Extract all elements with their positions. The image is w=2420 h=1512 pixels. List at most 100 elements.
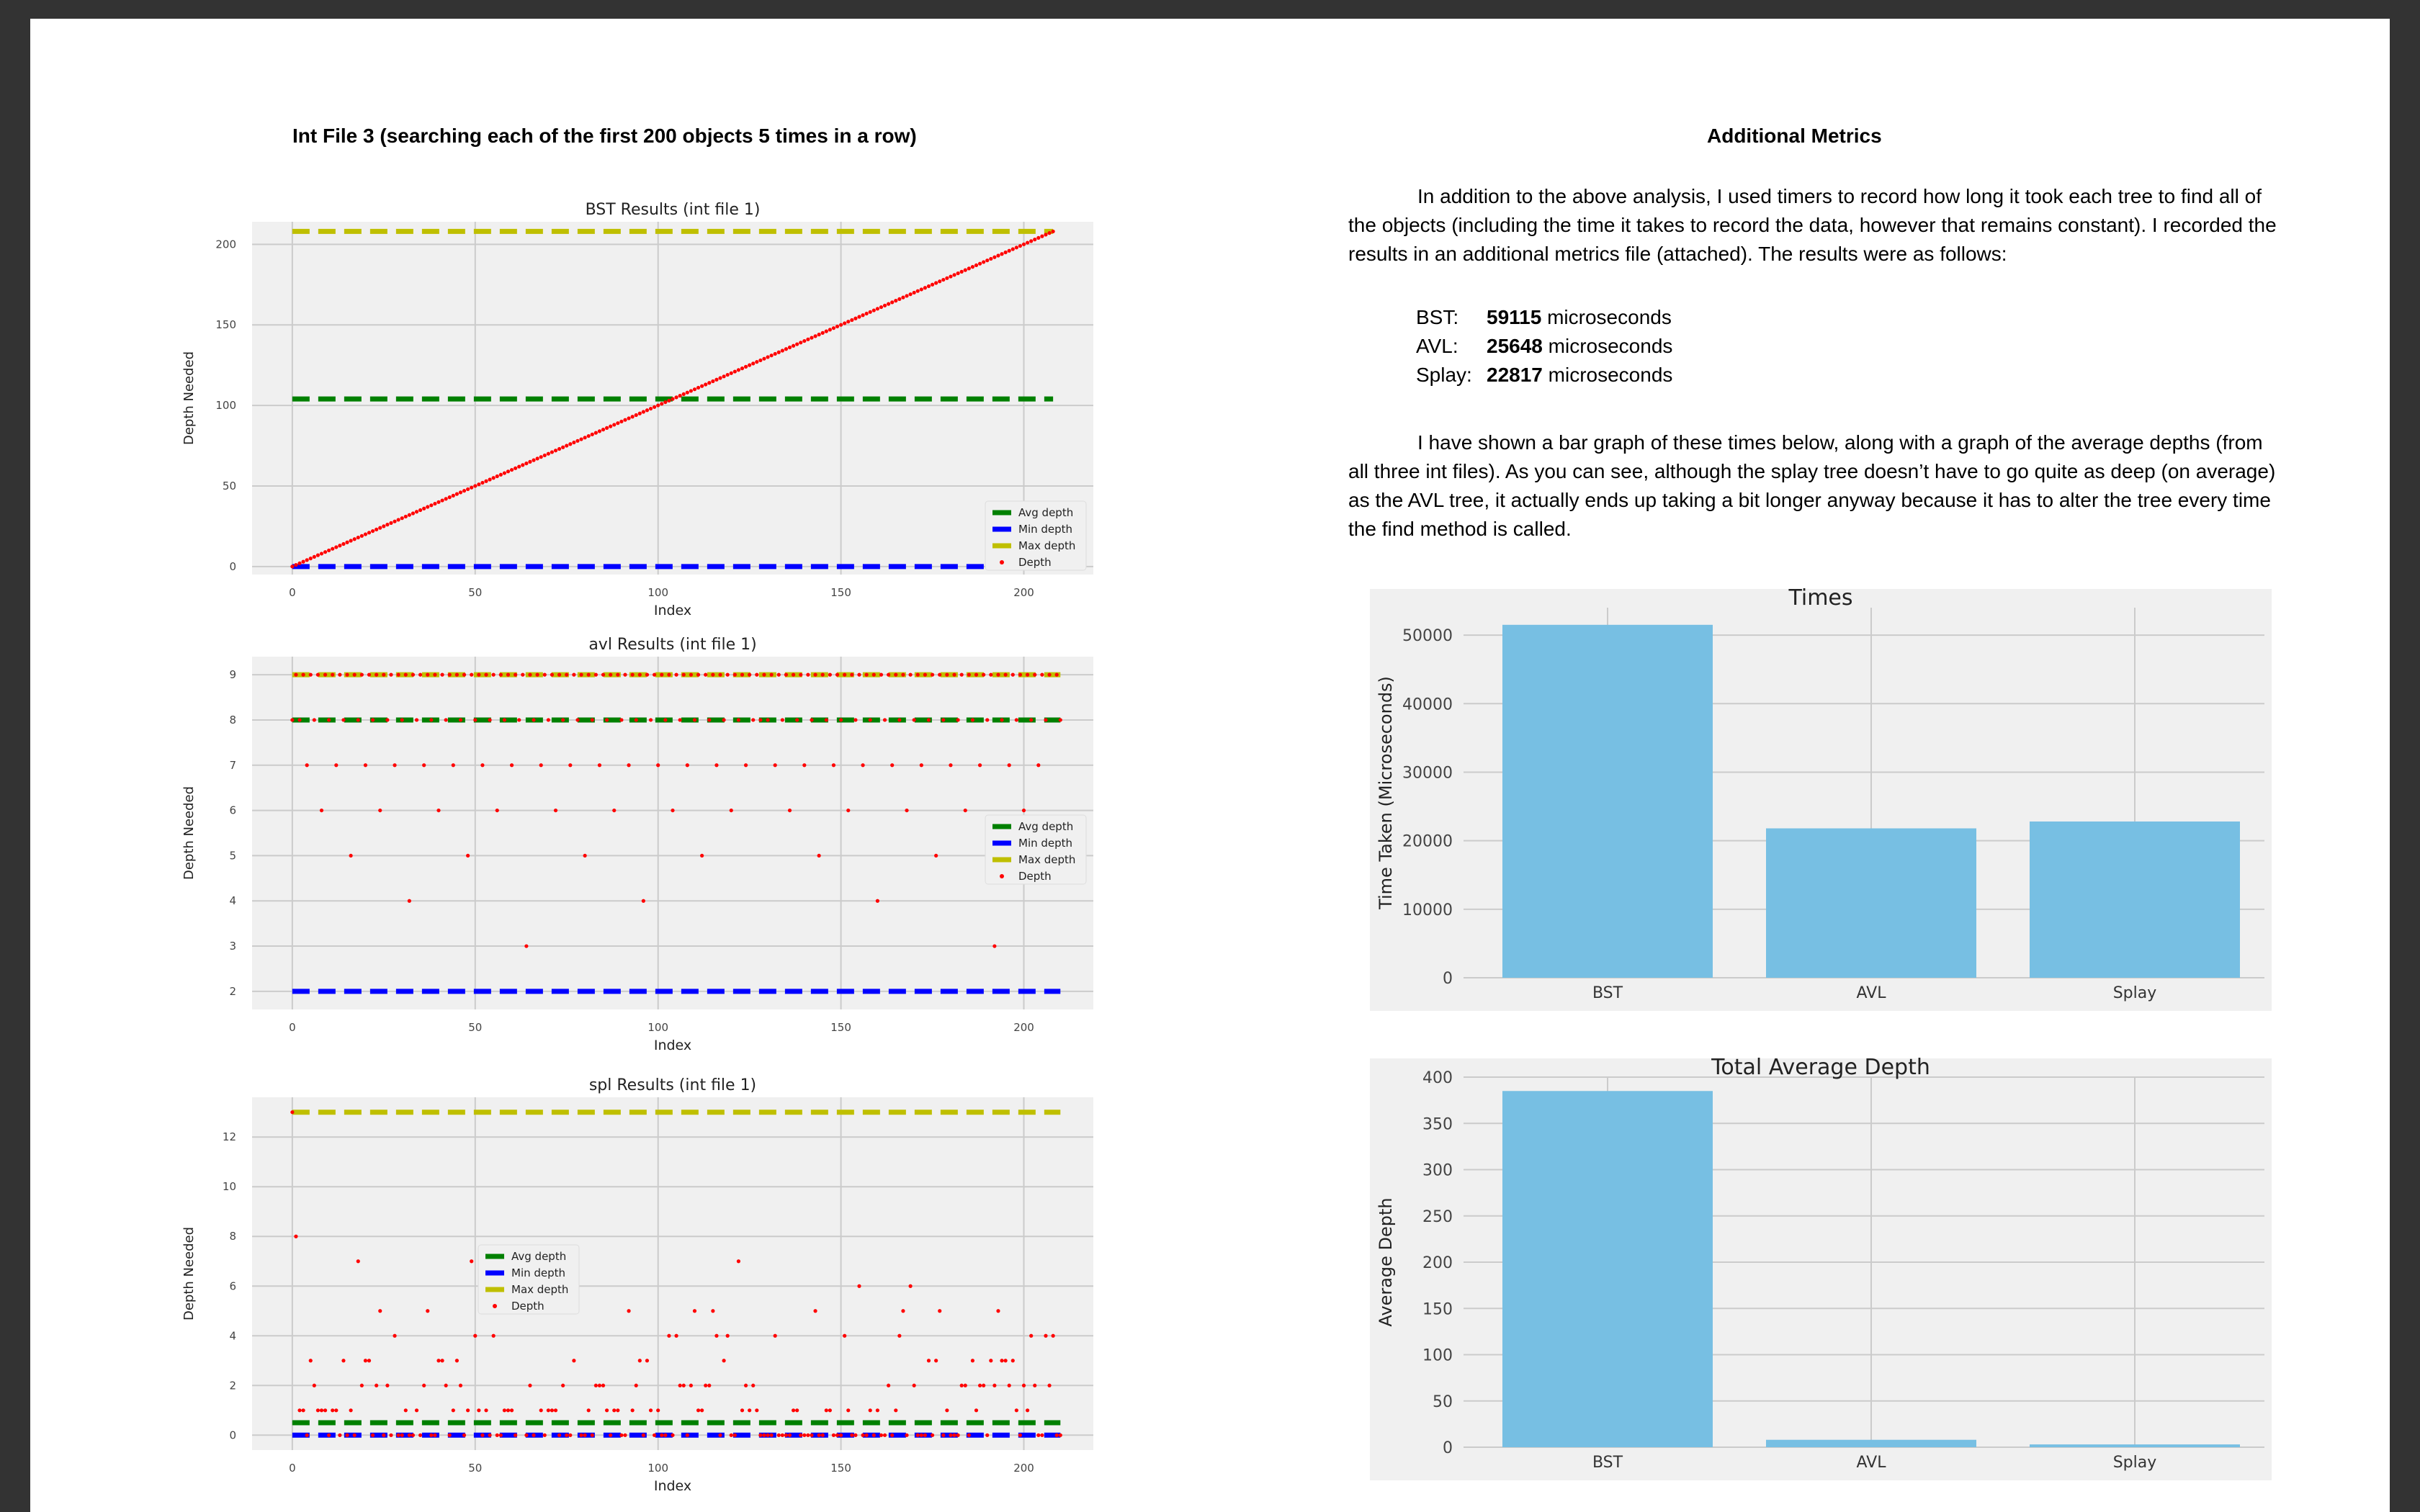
depth-point — [743, 763, 748, 768]
depth-point — [509, 763, 514, 768]
depth-point — [769, 1433, 774, 1437]
x-tick-label: 200 — [1013, 1021, 1034, 1034]
depth-point — [1014, 718, 1018, 722]
depth-point — [590, 718, 594, 722]
depth-point — [616, 421, 620, 426]
depth-point — [1025, 240, 1030, 245]
depth-point — [462, 1433, 467, 1437]
depth-point — [660, 402, 664, 406]
depth-point — [488, 1433, 492, 1437]
depth-point — [290, 718, 295, 722]
depth-point — [806, 1433, 810, 1437]
depth-point — [810, 718, 814, 722]
depth-point — [663, 1433, 668, 1437]
depth-point — [985, 718, 990, 722]
times-bar-chart: 0 10000 20000 30000 40000 50000 BST AVL Splay Tim… — [1370, 585, 2272, 1011]
y-tick-label: 8 — [229, 714, 236, 726]
metric-value: 22817 — [1487, 364, 1543, 386]
depth-point — [454, 672, 459, 677]
depth-point — [331, 1408, 335, 1413]
depth-point — [575, 438, 580, 443]
depth-point — [685, 763, 689, 768]
depth-point — [327, 718, 331, 722]
depth-point — [748, 672, 752, 677]
depth-point — [484, 479, 488, 483]
depth-point — [926, 718, 931, 722]
depth-point — [915, 1433, 920, 1437]
depth-point — [352, 537, 357, 541]
depth-point — [915, 672, 920, 677]
depth-point — [982, 672, 986, 677]
depth-point — [568, 442, 573, 446]
depth-point — [956, 1433, 960, 1437]
depth-point — [565, 1433, 569, 1437]
depth-point — [341, 718, 346, 722]
avl-results-chart: 0 50 100 150 200 2 3 4 5 6 7 8 9 avl Results (int fil… — [182, 636, 1093, 1053]
depth-point — [514, 466, 518, 470]
depth-point — [315, 1408, 321, 1413]
legend-label: Max depth — [1018, 853, 1075, 866]
depth-point — [579, 672, 583, 677]
depth-point — [696, 1408, 701, 1413]
depth-point — [1029, 239, 1034, 243]
depth-point — [857, 315, 861, 319]
y-tick-label: 50000 — [1402, 627, 1453, 645]
depth-point — [315, 553, 321, 557]
depth-point — [780, 1433, 784, 1437]
depth-point — [433, 1433, 437, 1437]
depth-point — [349, 539, 353, 543]
depth-point — [308, 557, 313, 561]
bar — [1502, 624, 1713, 978]
depth-point — [970, 718, 975, 722]
depth-point — [864, 311, 869, 316]
depth-point — [1040, 234, 1044, 238]
metric-row-bst: BST: 59115 microseconds — [1416, 306, 1672, 329]
depth-point — [795, 1408, 799, 1413]
depth-point — [400, 516, 404, 521]
depth-point — [696, 672, 701, 677]
depth-point — [623, 672, 627, 677]
depth-point — [561, 445, 565, 449]
depth-point — [630, 1408, 635, 1413]
x-tick-label: BST — [1592, 1454, 1623, 1472]
depth-point — [905, 1433, 909, 1437]
depth-point — [681, 672, 686, 677]
x-tick-label: 100 — [647, 586, 668, 599]
depth-point — [758, 358, 763, 363]
depth-point — [941, 277, 946, 282]
depth-point — [447, 672, 452, 677]
depth-point — [700, 1408, 704, 1413]
depth-point — [462, 672, 467, 677]
depth-point — [429, 503, 434, 508]
depth-point — [901, 672, 905, 677]
legend-label: Depth — [1018, 870, 1052, 883]
depth-point — [769, 354, 774, 358]
depth-point — [817, 853, 821, 858]
depth-point — [447, 1433, 452, 1437]
depth-point — [787, 1433, 792, 1437]
depth-point — [732, 369, 737, 374]
depth-point — [396, 672, 400, 677]
depth-point — [831, 763, 836, 768]
depth-point — [857, 1284, 861, 1288]
depth-point — [791, 343, 796, 348]
depth-point — [689, 1383, 693, 1387]
depth-point — [725, 672, 730, 677]
document-page: Int File 3 (searching each of the first … — [30, 19, 2390, 1512]
depth-point — [495, 1433, 499, 1437]
depth-point — [663, 400, 668, 405]
depth-point — [312, 554, 316, 559]
depth-point — [762, 672, 766, 677]
depth-point — [704, 672, 708, 677]
depth-point — [451, 1408, 455, 1413]
depth-point — [454, 1359, 459, 1363]
depth-point — [407, 513, 411, 517]
depth-point — [1003, 250, 1008, 255]
depth-point — [861, 763, 865, 768]
depth-point — [1010, 247, 1015, 251]
legend-label: Min depth — [1018, 837, 1072, 850]
depth-point — [352, 672, 357, 677]
depth-point — [1029, 718, 1034, 722]
depth-point — [930, 672, 935, 677]
depth-point — [751, 361, 756, 366]
